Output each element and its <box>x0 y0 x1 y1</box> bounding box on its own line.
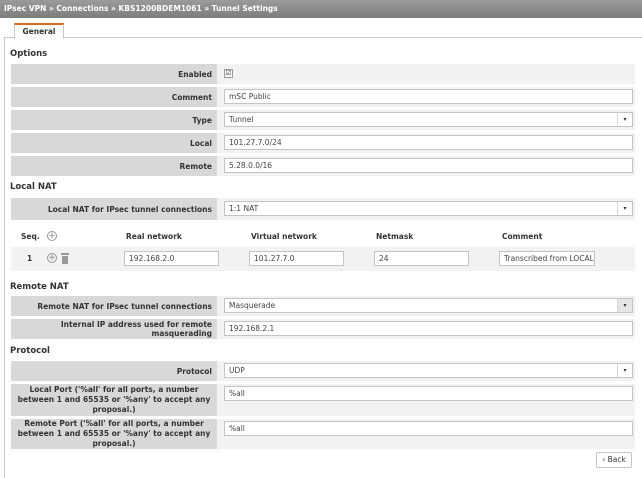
remote-port-label: Remote Port ('%all' for all ports, a num… <box>11 419 217 449</box>
breadcrumb-item-connections[interactable]: Connections <box>56 4 108 13</box>
type-select[interactable]: Tunnel ▾ <box>224 112 633 127</box>
back-button[interactable]: ‹ Back <box>596 452 632 468</box>
remote-nat-select-value: Masquerade <box>229 301 276 310</box>
real-network-input[interactable]: 192.168.2.0 <box>124 251 219 266</box>
comment-input[interactable]: mSC Public <box>224 89 633 104</box>
type-row: Type Tunnel ▾ <box>11 110 635 130</box>
table-row: 1 + 192.168.2.0 101.27.7.0 24 Transcribe… <box>11 247 635 271</box>
insert-row-icon[interactable]: + <box>47 253 57 263</box>
breadcrumb-item-ipsec-vpn[interactable]: IPsec VPN <box>4 4 46 13</box>
comment-label: Comment <box>11 87 217 107</box>
tab-general[interactable]: General <box>14 23 64 39</box>
comment-row: Comment mSC Public <box>11 87 635 107</box>
section-title-options: Options <box>10 49 48 59</box>
local-nat-row: Local NAT for IPsec tunnel connections 1… <box>11 198 635 220</box>
virtual-network-input[interactable]: 101.27.7.0 <box>249 251 344 266</box>
column-header-netmask: Netmask <box>376 232 414 241</box>
tab-strip: General <box>4 18 642 39</box>
protocol-row: Protocol UDP ▾ <box>11 361 635 381</box>
breadcrumb-separator: » <box>201 4 212 13</box>
netmask-input[interactable]: 24 <box>374 251 469 266</box>
add-row-icon[interactable]: + <box>47 231 57 241</box>
breadcrumb-separator: » <box>46 4 57 13</box>
section-title-protocol: Protocol <box>10 346 50 356</box>
remote-nat-row: Remote NAT for IPsec tunnel connections … <box>11 296 635 316</box>
protocol-label: Protocol <box>11 361 217 381</box>
chevron-down-icon[interactable]: ▾ <box>617 364 632 377</box>
column-header-seq: Seq. <box>21 232 40 241</box>
internal-ip-label: Internal IP address used for remote masq… <box>11 319 217 339</box>
column-header-virtual-network: Virtual network <box>251 232 317 241</box>
internal-ip-input[interactable]: 192.168.2.1 <box>224 321 633 336</box>
row-seq: 1 <box>27 254 33 263</box>
breadcrumb-item-tunnel-settings: Tunnel Settings <box>211 4 278 13</box>
column-header-real-network: Real network <box>126 232 182 241</box>
local-port-input[interactable]: %all <box>224 386 633 401</box>
type-select-value: Tunnel <box>229 115 254 124</box>
enabled-checkbox[interactable]: ☑ <box>224 69 233 78</box>
enabled-label: Enabled <box>11 64 217 84</box>
local-nat-table-header: Seq. + Real network Virtual network Netm… <box>11 227 635 245</box>
breadcrumb-separator: » <box>108 4 119 13</box>
local-input[interactable]: 101.27.7.0/24 <box>224 135 633 150</box>
local-label: Local <box>11 133 217 153</box>
protocol-select[interactable]: UDP ▾ <box>224 363 633 378</box>
remote-row: Remote 5.28.0.0/16 <box>11 156 635 176</box>
remote-port-row: Remote Port ('%all' for all ports, a num… <box>11 419 635 449</box>
breadcrumb: IPsec VPN » Connections » KBS1200BDEM106… <box>0 0 642 18</box>
remote-port-input[interactable]: %all <box>224 421 633 436</box>
remote-label: Remote <box>11 156 217 176</box>
trash-icon[interactable] <box>61 253 69 264</box>
local-row: Local 101.27.7.0/24 <box>11 133 635 153</box>
chevron-down-icon[interactable]: ▾ <box>617 113 632 126</box>
internal-ip-row: Internal IP address used for remote masq… <box>11 319 635 339</box>
remote-input[interactable]: 5.28.0.0/16 <box>224 158 633 173</box>
enabled-row: Enabled ☑ <box>11 64 635 84</box>
section-title-remote-nat: Remote NAT <box>10 282 69 292</box>
local-port-row: Local Port ('%all' for all ports, a numb… <box>11 384 635 416</box>
chevron-down-icon[interactable]: ▾ <box>617 202 632 215</box>
remote-nat-label: Remote NAT for IPsec tunnel connections <box>11 296 217 316</box>
local-nat-select-value: 1:1 NAT <box>229 204 259 213</box>
breadcrumb-item-connection-name[interactable]: KBS1200BDEM1061 <box>118 4 201 13</box>
local-nat-select[interactable]: 1:1 NAT ▾ <box>224 201 633 216</box>
remote-nat-select[interactable]: Masquerade ▾ <box>224 298 633 313</box>
column-header-comment: Comment <box>502 232 543 241</box>
nat-comment-input[interactable]: Transcribed from LOCAL_ <box>499 251 595 266</box>
type-label: Type <box>11 110 217 130</box>
chevron-down-icon[interactable]: ▾ <box>617 299 632 312</box>
protocol-select-value: UDP <box>229 366 245 375</box>
section-title-local-nat: Local NAT <box>10 182 57 192</box>
local-port-label: Local Port ('%all' for all ports, a numb… <box>11 384 217 416</box>
local-nat-label: Local NAT for IPsec tunnel connections <box>11 198 217 220</box>
